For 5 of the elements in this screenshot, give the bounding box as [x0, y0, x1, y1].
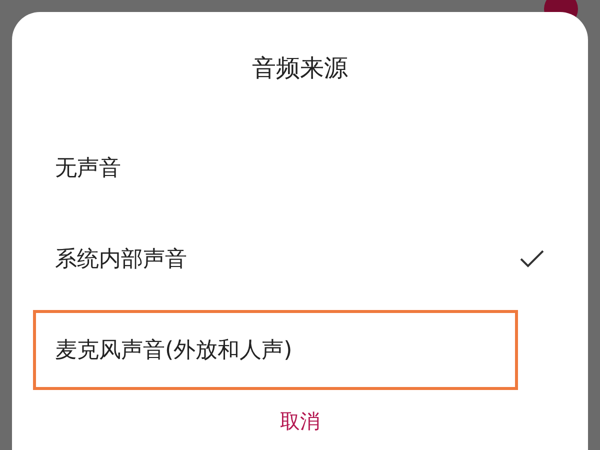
cancel-button[interactable]: 取消 — [270, 404, 330, 439]
dialog-title: 音频来源 — [252, 53, 348, 84]
audio-option[interactable]: 系统内部声音 — [12, 219, 588, 299]
audio-option[interactable]: 麦克风声音(外放和人声) — [33, 310, 518, 390]
audio-option[interactable]: 无声音 — [12, 128, 588, 208]
